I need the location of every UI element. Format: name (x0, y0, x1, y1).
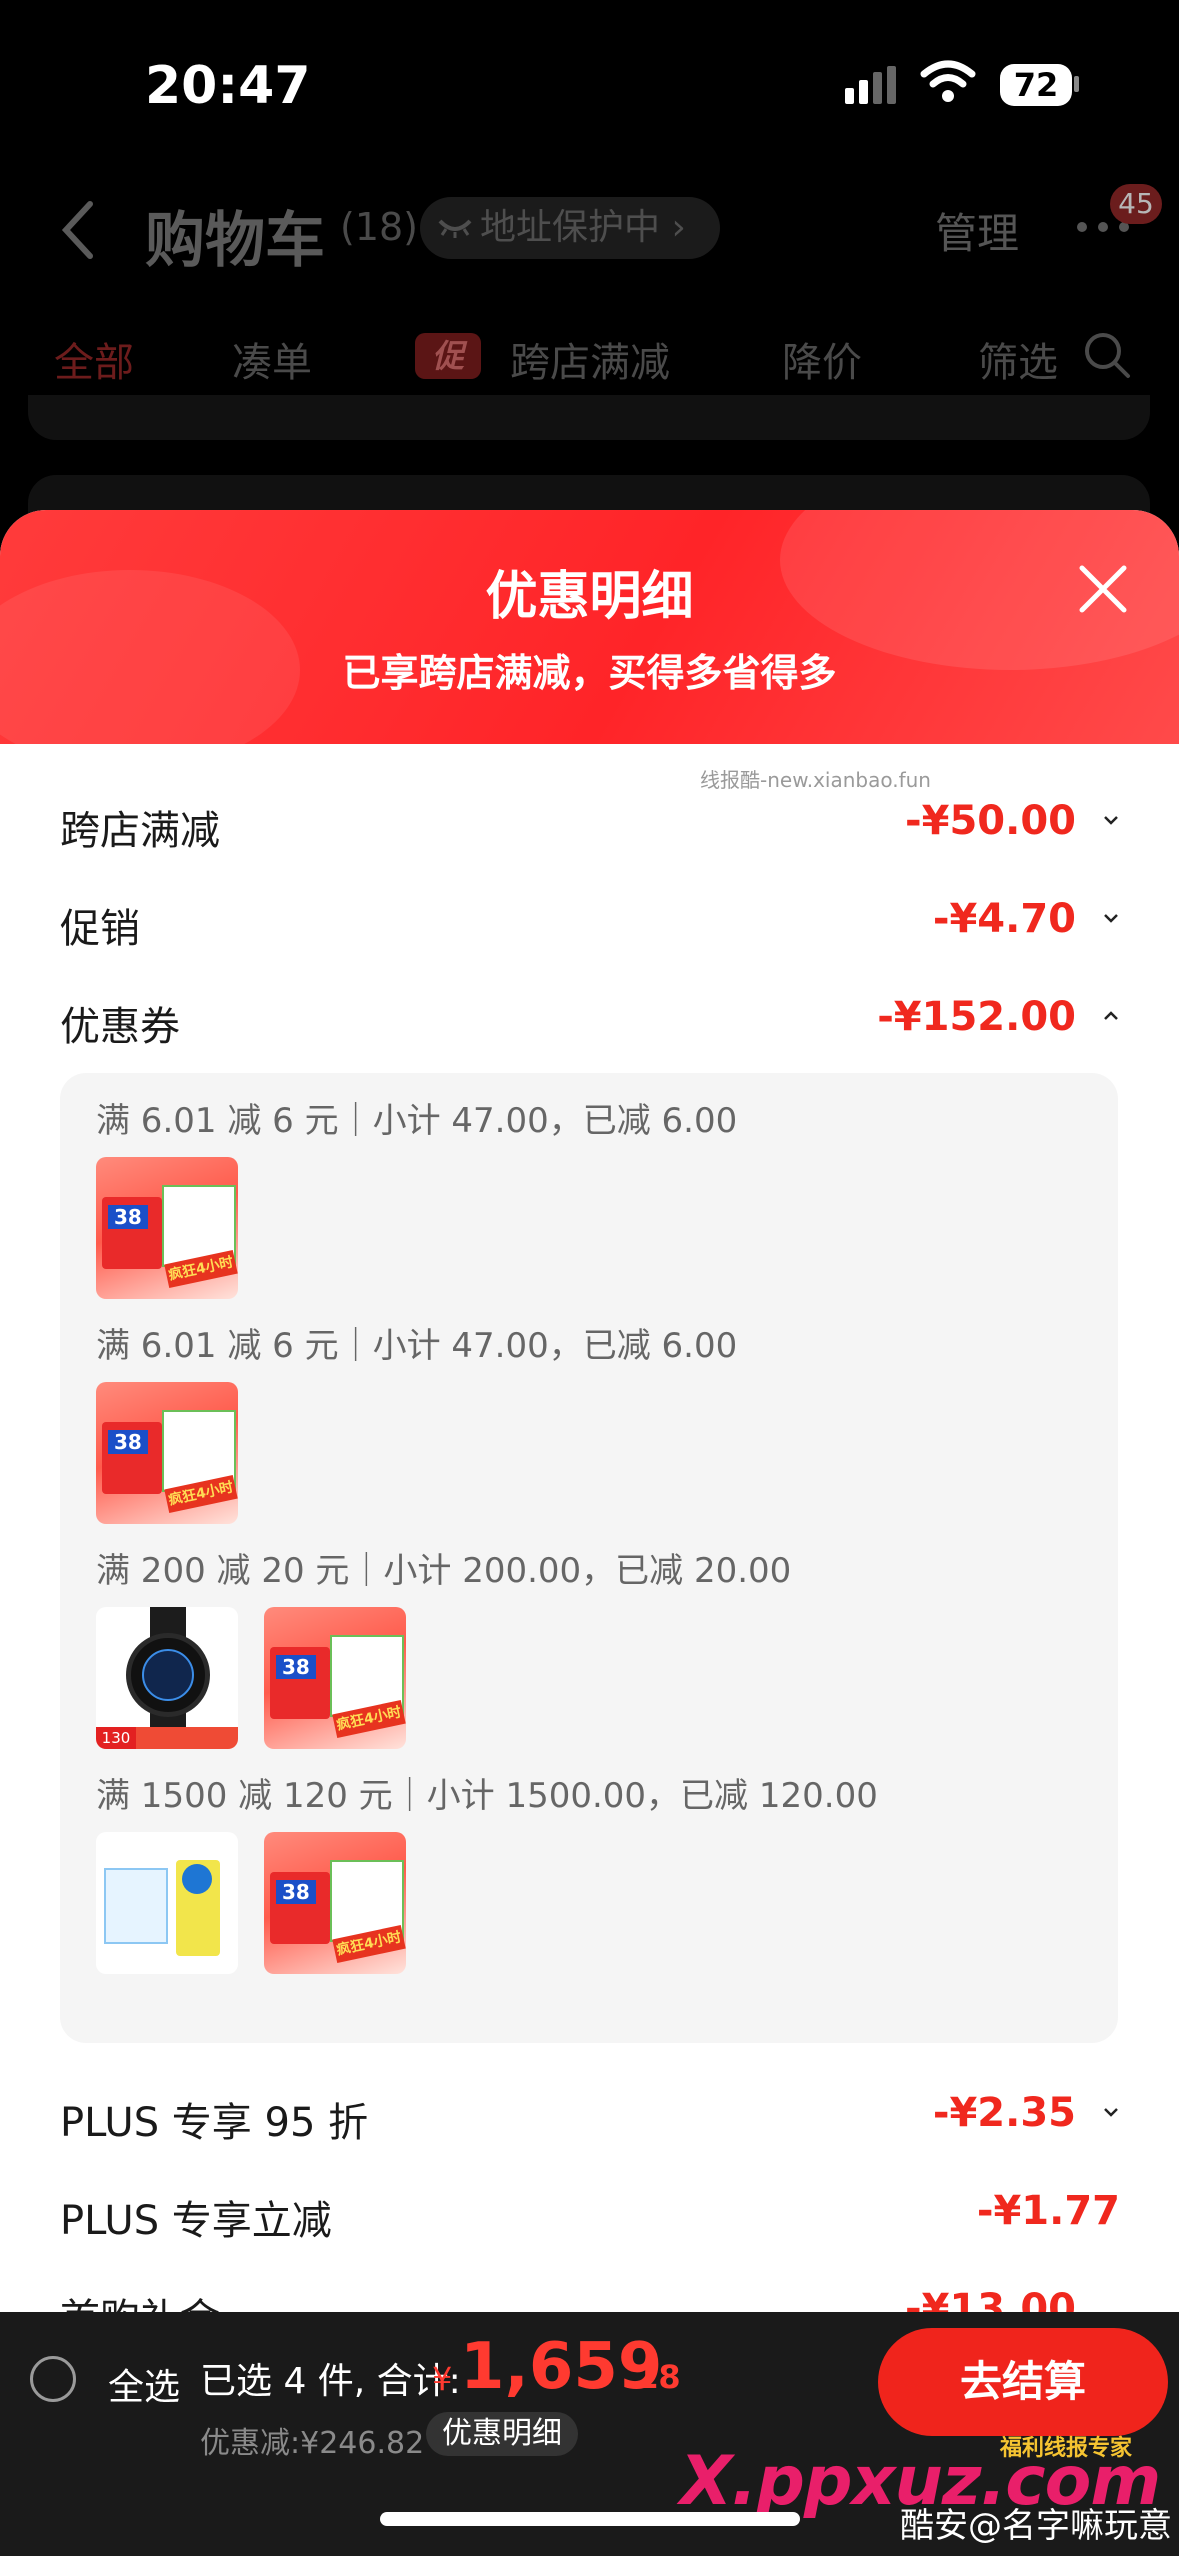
cart-count: (18) (340, 205, 419, 249)
background-card (28, 395, 1150, 440)
coupon-detail-list: 满 6.01 减 6 元｜小计 47.00，已减 6.00 38 疯狂4小时 满 … (60, 1073, 1118, 2043)
message-count-badge: 45 (1110, 184, 1162, 224)
product-thumbnail[interactable] (96, 1832, 238, 1974)
coupon-rule: 满 6.01 减 6 元｜小计 47.00，已减 6.00 (96, 1326, 738, 1366)
row-amount: -¥152.00 (877, 994, 1076, 1040)
chevron-down-icon (1104, 914, 1118, 923)
currency-symbol: ¥ (432, 2360, 453, 2398)
tab-cross-store[interactable]: 跨店满减 (510, 330, 670, 388)
tab-price-drop[interactable]: 降价 (782, 330, 862, 388)
discount-detail-button[interactable]: 优惠明细 (426, 2412, 578, 2456)
battery-nub (1074, 76, 1079, 92)
row-amount: -¥50.00 (905, 798, 1076, 844)
tab-all[interactable]: 全部 (54, 330, 134, 388)
checkout-button[interactable]: 去结算 (878, 2328, 1168, 2436)
row-label: PLUS 专享 95 折 (60, 2100, 369, 2146)
discount-row-plus-instant[interactable]: PLUS 专享立减 -¥1.77 (60, 2178, 1120, 2248)
address-pill-label: 地址保护中 (480, 207, 661, 248)
promo-tag: 促 (415, 333, 481, 379)
close-icon[interactable] (1078, 564, 1128, 614)
discount-row-plus-95[interactable]: PLUS 专享 95 折 -¥2.35 (60, 2080, 1120, 2150)
chevron-down-icon (1104, 2108, 1118, 2117)
discount-detail-sheet: 优惠明细 已享跨店满减，买得多省得多 线报酷-new.xianbao.fun 跨… (0, 510, 1179, 2556)
chevron-right-icon: › (671, 207, 686, 248)
cellular-signal-icon (845, 66, 896, 104)
battery-level: 72 (1000, 64, 1072, 106)
wifi-icon (920, 60, 976, 102)
tab-combine[interactable]: 凑单 (232, 330, 312, 388)
watermark-handle: 酷安@名字嘛玩意 (900, 2506, 1172, 2546)
row-amount: -¥4.70 (932, 896, 1076, 942)
chevron-down-icon (1104, 816, 1118, 825)
product-thumbnail[interactable]: 38 疯狂4小时 (96, 1157, 238, 1299)
selected-summary: 已选 4 件, 合计: (200, 2361, 461, 2402)
home-indicator[interactable] (380, 2512, 800, 2526)
search-icon[interactable] (1082, 330, 1132, 380)
discount-row-coupon[interactable]: 优惠券 -¥152.00 (60, 984, 1120, 1054)
select-all-label[interactable]: 全选 (108, 2358, 180, 2410)
chevron-left-icon[interactable] (58, 198, 98, 262)
coupon-rule: 满 200 减 20 元｜小计 200.00，已减 20.00 (96, 1551, 792, 1591)
status-time: 20:47 (145, 56, 311, 116)
row-amount: -¥2.35 (932, 2090, 1076, 2136)
row-label: PLUS 专享立减 (60, 2198, 332, 2244)
status-bar: 20:47 72 (0, 0, 1179, 180)
row-label: 跨店满减 (60, 808, 220, 854)
row-amount: -¥1.77 (976, 2188, 1120, 2234)
eye-closed-icon (438, 219, 472, 238)
manage-button[interactable]: 管理 (935, 200, 1019, 261)
sheet-title: 优惠明细 (485, 567, 694, 627)
chevron-up-icon (1104, 1011, 1118, 1020)
product-thumbnail[interactable]: 130 (96, 1607, 238, 1749)
page-title: 购物车 (145, 206, 325, 276)
product-thumbnail[interactable]: 38 疯狂4小时 (96, 1382, 238, 1524)
row-label: 优惠券 (60, 1004, 180, 1050)
row-label: 促销 (60, 906, 140, 952)
product-thumbnail[interactable]: 38 疯狂4小时 (264, 1607, 406, 1749)
sheet-subtitle: 已享跨店满减，买得多省得多 (342, 651, 837, 695)
tab-filter[interactable]: 筛选 (978, 330, 1058, 388)
total-decimal: .18 (624, 2358, 681, 2396)
coupon-rule: 满 6.01 减 6 元｜小计 47.00，已减 6.00 (96, 1101, 738, 1141)
sheet-header: 优惠明细 已享跨店满减，买得多省得多 (0, 510, 1179, 770)
discount-row-promotion[interactable]: 促销 -¥4.70 (60, 886, 1120, 956)
discount-summary: 优惠减:¥246.82 (200, 2426, 425, 2461)
select-all-radio[interactable] (30, 2356, 76, 2402)
watermark-tag: 福利线报专家 (1000, 2436, 1133, 2461)
product-thumbnail[interactable]: 38 疯狂4小时 (264, 1832, 406, 1974)
discount-row-cross-store[interactable]: 跨店满减 -¥50.00 (60, 788, 1120, 858)
coupon-rule: 满 1500 减 120 元｜小计 1500.00，已减 120.00 (96, 1776, 878, 1816)
address-protection-pill[interactable]: 地址保护中 › (420, 197, 720, 259)
